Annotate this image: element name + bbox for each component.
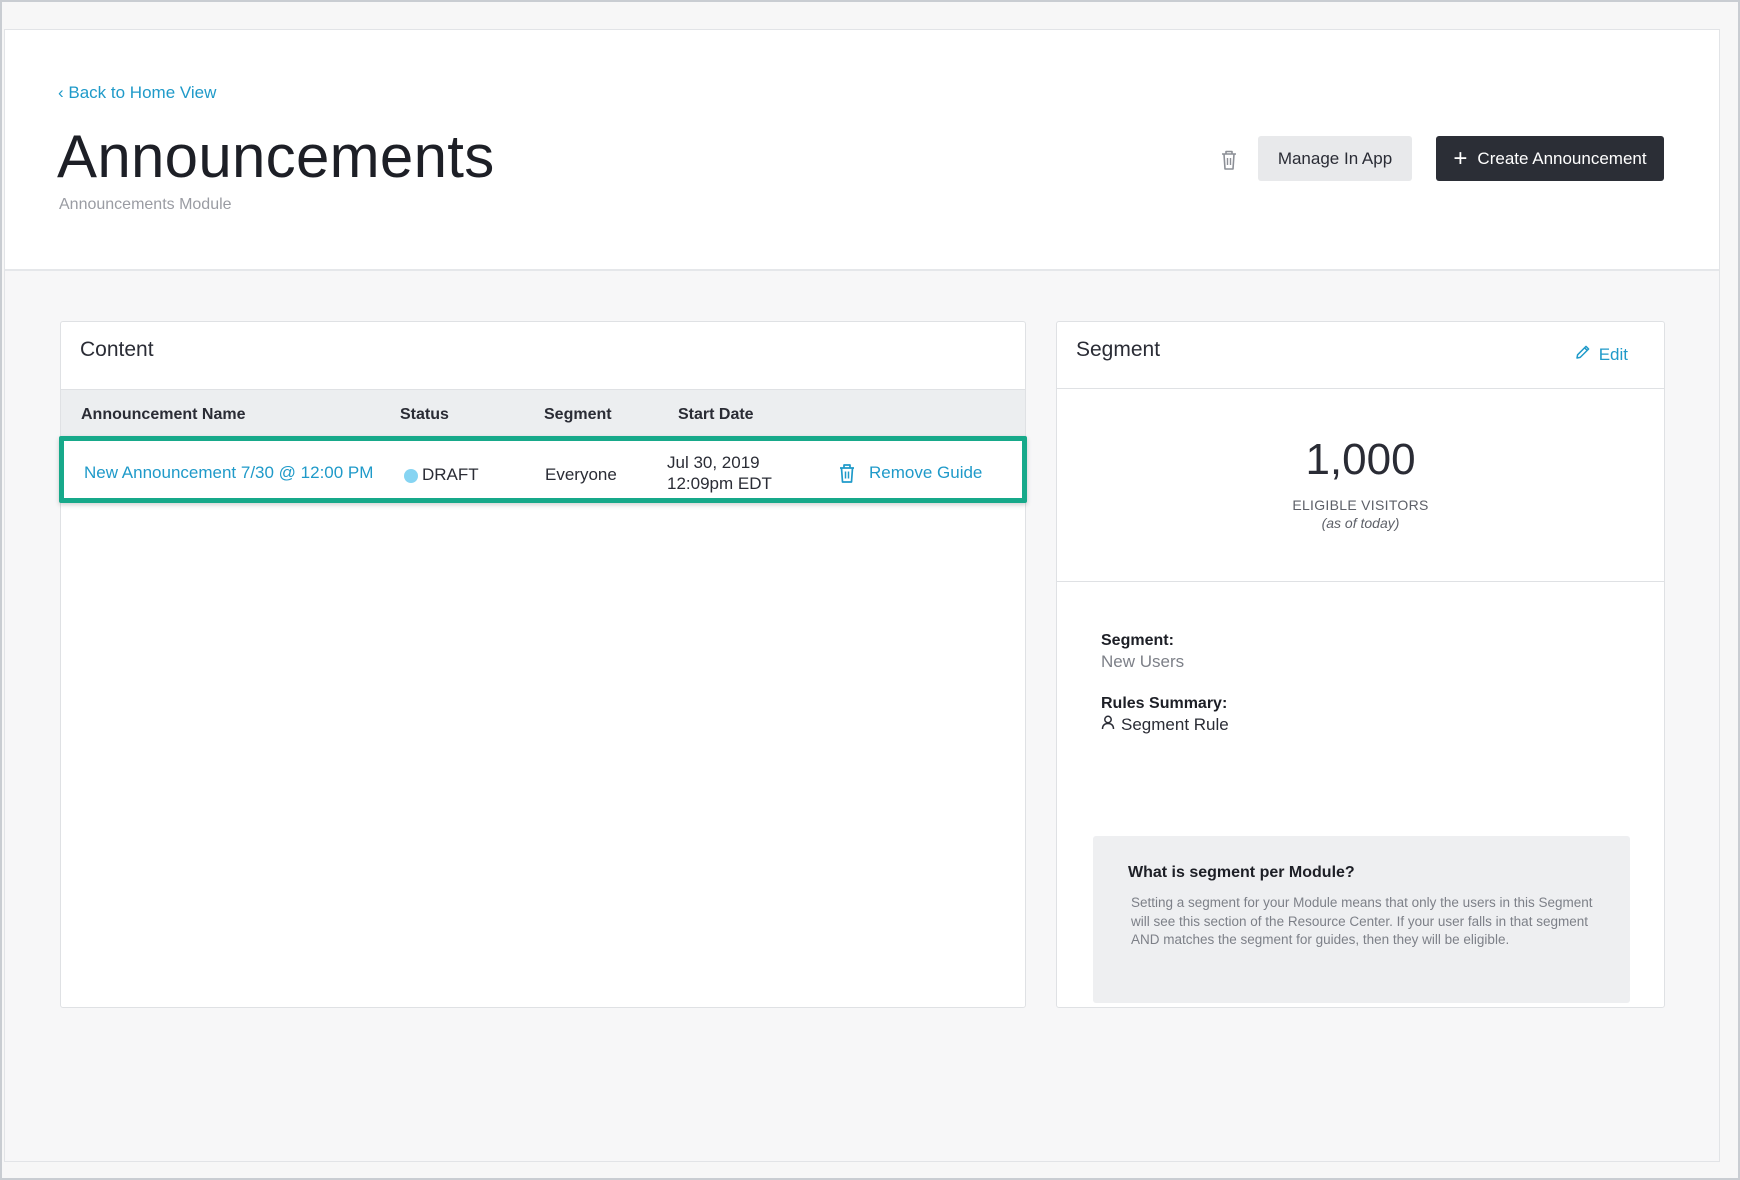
segment-info-box: What is segment per Module? Setting a se… <box>1093 836 1630 1003</box>
visitor-count: 1,000 <box>1305 435 1416 484</box>
column-header-start-date: Start Date <box>678 406 754 423</box>
table-row[interactable]: New Announcement 7/30 @ 12:00 PM DRAFT E… <box>59 436 1027 503</box>
segment-card: Segment Edit 1,000 ELIGIBLE VISITORS (as… <box>1056 321 1665 1008</box>
page-title: Announcements <box>57 123 495 190</box>
column-header-status: Status <box>400 406 449 423</box>
segment-card-header: Segment Edit <box>1057 322 1664 389</box>
row-segment: Everyone <box>545 465 617 484</box>
pencil-icon <box>1575 344 1591 365</box>
create-announcement-label: Create Announcement <box>1477 148 1647 168</box>
rule-name: Segment Rule <box>1121 715 1229 734</box>
back-to-home-link[interactable]: ‹ Back to Home View <box>58 83 216 103</box>
edit-label: Edit <box>1598 344 1628 364</box>
rules-summary-value: Segment Rule <box>1101 715 1229 735</box>
page-subtitle: Announcements Module <box>59 196 232 213</box>
column-header-segment: Segment <box>544 406 612 423</box>
visitor-label: ELIGIBLE VISITORS <box>1292 497 1429 513</box>
manage-in-app-button[interactable]: Manage In App <box>1258 136 1412 181</box>
page-container: ‹ Back to Home View Announcements Announ… <box>4 29 1720 1162</box>
row-start-date: Jul 30, 2019 <box>667 453 760 472</box>
edit-segment-button[interactable]: Edit <box>1575 344 1628 365</box>
person-icon <box>1101 715 1115 735</box>
info-text: Setting a segment for your Module means … <box>1131 895 1593 947</box>
trash-icon[interactable] <box>838 463 856 484</box>
info-title: What is segment per Module? <box>1128 864 1355 881</box>
table-header: Announcement Name Status Segment Start D… <box>61 389 1025 438</box>
status-dot <box>404 469 418 483</box>
status-badge: DRAFT <box>422 465 479 484</box>
segment-value: New Users <box>1101 652 1185 671</box>
content-card: Content Announcement Name Status Segment… <box>59 321 1027 1008</box>
announcement-name-link[interactable]: New Announcement 7/30 @ 12:00 PM <box>84 463 373 483</box>
plus-icon: + <box>1453 144 1468 172</box>
segment-card-title: Segment <box>1076 338 1161 361</box>
column-header-name: Announcement Name <box>81 406 246 423</box>
trash-icon[interactable] <box>1218 148 1240 172</box>
rules-summary-label: Rules Summary: <box>1101 695 1228 712</box>
row-start-time: 12:09pm EDT <box>667 474 772 493</box>
segment-label: Segment: <box>1101 632 1174 649</box>
app-frame: ‹ Back to Home View Announcements Announ… <box>0 0 1740 1180</box>
content-card-title: Content <box>80 338 154 361</box>
remove-guide-button[interactable]: Remove Guide <box>869 463 982 483</box>
page-header: ‹ Back to Home View Announcements Announ… <box>5 30 1719 271</box>
eligible-visitors-stat: 1,000 ELIGIBLE VISITORS (as of today) <box>1057 389 1664 582</box>
visitor-sublabel: (as of today) <box>1321 515 1400 531</box>
create-announcement-button[interactable]: + Create Announcement <box>1436 136 1664 181</box>
